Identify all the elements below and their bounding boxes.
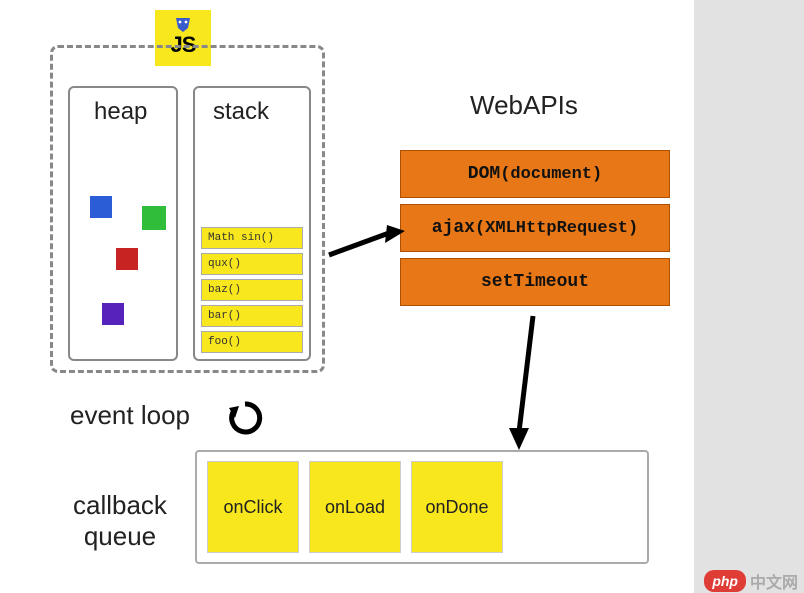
webapi-detail: (XMLHttpRequest) — [475, 219, 638, 238]
webapi-settimeout: setTimeout — [400, 258, 670, 306]
arrow-stack-to-api — [325, 225, 405, 270]
heap-block-red — [116, 248, 138, 270]
watermark-php: php — [704, 570, 746, 592]
webapi-group: DOM (document) ajax (XMLHttpRequest) set… — [400, 150, 670, 312]
callback-queue: onClick onLoad onDone — [195, 450, 649, 564]
webapi-detail: (document) — [500, 165, 602, 184]
stack-frame: foo() — [201, 331, 303, 353]
arrow-api-to-queue — [505, 312, 545, 457]
sidebar-gray-panel — [694, 0, 804, 593]
stack-frame: baz() — [201, 279, 303, 301]
runtime-container: heap stack Math sin() qux() baz() bar() … — [50, 45, 325, 373]
webapi-prefix: ajax — [432, 218, 475, 238]
watermark: php 中文网 — [704, 569, 804, 593]
heap-block-blue — [90, 196, 112, 218]
stack-box: stack Math sin() qux() baz() bar() foo() — [193, 86, 311, 361]
callback-label-line1: callback — [73, 490, 167, 520]
stack-frame: qux() — [201, 253, 303, 275]
stack-frame: Math sin() — [201, 227, 303, 249]
webapi-title: WebAPIs — [470, 90, 578, 121]
heap-block-green — [142, 206, 166, 230]
heap-label: heap — [94, 98, 147, 126]
eventloop-label: event loop — [70, 400, 190, 431]
webapi-ajax: ajax (XMLHttpRequest) — [400, 204, 670, 252]
queue-item: onDone — [411, 461, 503, 553]
stack-frames: Math sin() qux() baz() bar() foo() — [201, 227, 303, 353]
queue-item: onLoad — [309, 461, 401, 553]
callback-label-line2: queue — [84, 521, 156, 551]
heap-box: heap — [68, 86, 178, 361]
webapi-prefix: DOM — [468, 164, 500, 184]
watermark-text: 中文网 — [750, 569, 798, 593]
webapi-dom: DOM (document) — [400, 150, 670, 198]
js-shield-icon — [174, 18, 192, 32]
heap-block-purple — [102, 303, 124, 325]
stack-label: stack — [213, 98, 269, 126]
diagram-main: JS heap stack Math sin() qux() baz() bar… — [15, 0, 685, 593]
queue-item: onClick — [207, 461, 299, 553]
callback-label: callback queue — [73, 490, 167, 552]
stack-frame: bar() — [201, 305, 303, 327]
webapi-prefix: setTimeout — [481, 272, 589, 292]
loop-icon — [225, 398, 265, 443]
